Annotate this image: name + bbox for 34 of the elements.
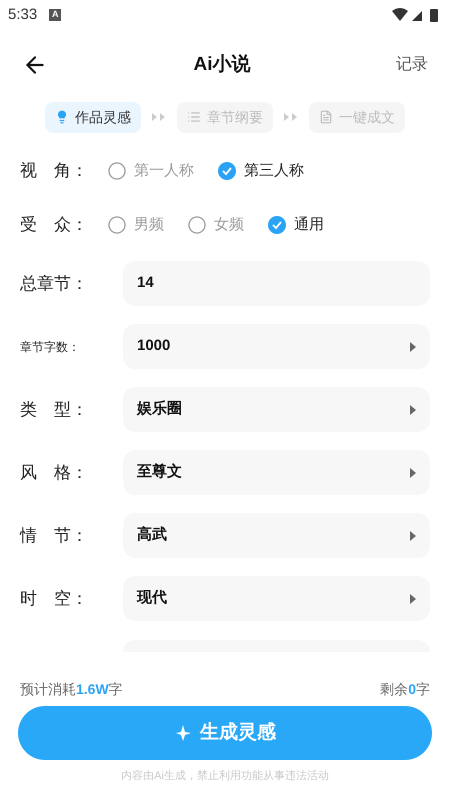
field-label: 视 角： <box>20 160 89 182</box>
select-field[interactable]: 至尊文 <box>123 450 430 495</box>
status-time: 5:33 <box>8 4 38 25</box>
lightbulb-icon <box>55 110 69 124</box>
select-field[interactable]: 高武 <box>123 513 430 558</box>
page-title: Ai小说 <box>194 52 250 77</box>
history-link[interactable]: 记录 <box>396 53 428 77</box>
list-icon <box>187 110 201 124</box>
field-label: 类 型： <box>20 398 89 421</box>
field-label: 章节字数： <box>20 338 81 356</box>
radio-option[interactable]: 通用 <box>268 214 324 236</box>
remaining-count: 剩余0字 <box>380 680 430 698</box>
caret-icon <box>410 468 416 478</box>
step-tab[interactable]: 作品灵感 <box>45 102 141 132</box>
input-field[interactable]: 14 <box>123 261 430 306</box>
field-label: 风 格： <box>20 462 89 484</box>
caret-icon <box>410 404 416 414</box>
field-label: 总章节： <box>20 272 89 295</box>
caret-icon <box>410 594 416 604</box>
field-label: 受 众： <box>20 214 89 236</box>
field-label: 情 节： <box>20 524 89 547</box>
field-label: 时 空： <box>20 588 89 610</box>
double-arrow-icon <box>151 112 167 122</box>
select-field[interactable]: 娱乐圈 <box>123 387 430 432</box>
radio-option[interactable]: 第三人称 <box>218 160 304 182</box>
select-field[interactable]: 1000 <box>123 324 430 369</box>
caret-icon <box>410 342 416 352</box>
caret-icon <box>410 530 416 540</box>
cost-estimate: 预计消耗1.6W字 <box>20 680 123 698</box>
document-icon <box>319 110 333 124</box>
sparkle-icon <box>174 724 192 742</box>
select-field[interactable]: 现代 <box>123 576 430 621</box>
double-arrow-icon <box>283 112 299 122</box>
notification-icon: A <box>49 9 62 21</box>
